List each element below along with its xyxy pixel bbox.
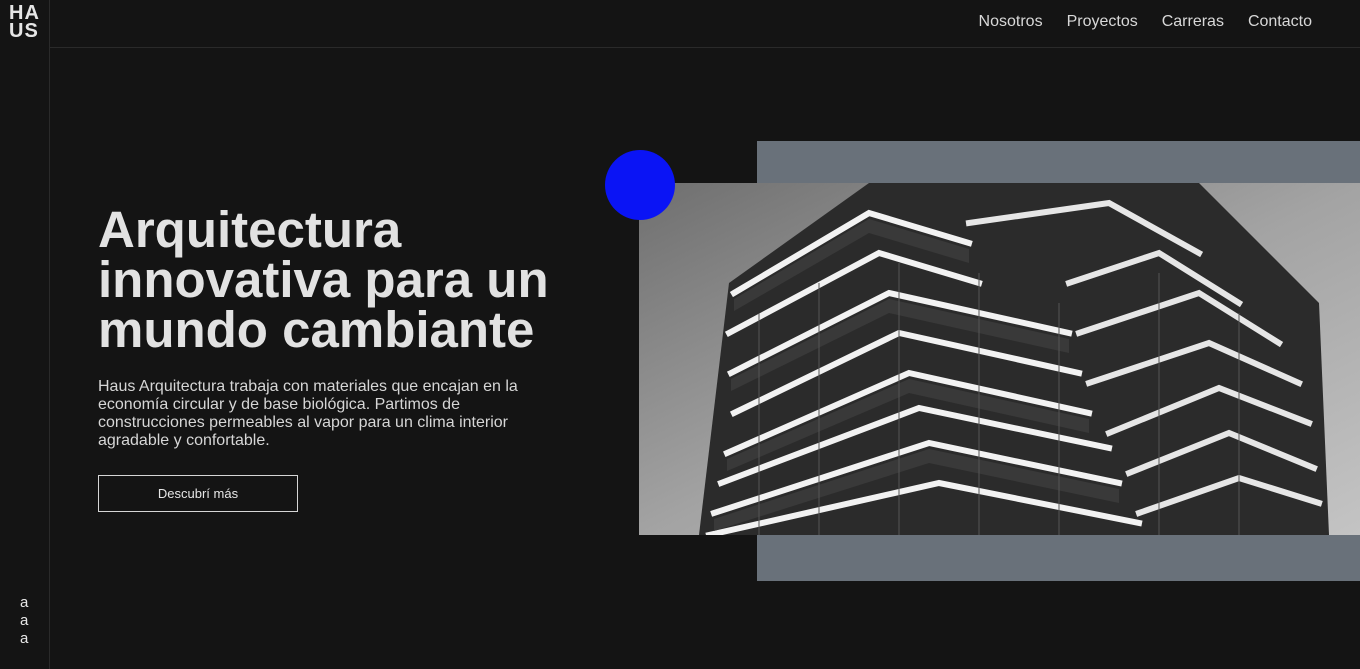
page: HA US a a a Nosotros Proyectos Carreras … xyxy=(0,0,1360,669)
discover-more-button[interactable]: Descubrí más xyxy=(98,475,298,512)
nav-item-contacto[interactable]: Contacto xyxy=(1248,12,1312,32)
left-rail: HA US a a a xyxy=(0,0,50,669)
nav-item-carreras[interactable]: Carreras xyxy=(1162,12,1224,32)
main-nav: Nosotros Proyectos Carreras Contacto xyxy=(979,12,1312,32)
hero-description: Haus Arquitectura trabaja con materiales… xyxy=(98,378,518,449)
rail-link-2[interactable]: a xyxy=(20,612,28,630)
accent-circle xyxy=(605,150,675,220)
top-bar: Nosotros Proyectos Carreras Contacto xyxy=(50,0,1360,48)
nav-item-proyectos[interactable]: Proyectos xyxy=(1067,12,1138,32)
rail-link-1[interactable]: a xyxy=(20,594,28,612)
rail-links: a a a xyxy=(20,594,28,648)
logo[interactable]: HA US xyxy=(9,3,40,42)
building-illustration xyxy=(639,183,1360,535)
nav-item-nosotros[interactable]: Nosotros xyxy=(979,12,1043,32)
logo-line-2: US xyxy=(9,20,39,42)
hero-title: Arquitectura innovativa para un mundo ca… xyxy=(98,201,549,358)
rail-link-3[interactable]: a xyxy=(20,630,28,648)
building-photo xyxy=(639,183,1360,535)
